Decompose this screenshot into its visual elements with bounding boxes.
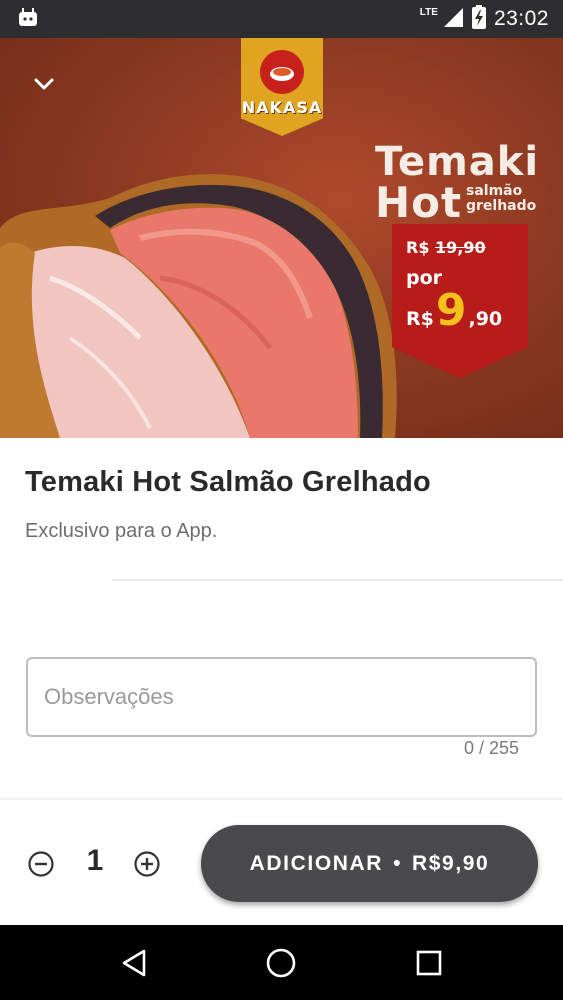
signal-icon — [442, 6, 464, 33]
recents-button[interactable] — [409, 943, 449, 983]
divider — [112, 579, 563, 581]
android-notification-icon — [18, 7, 38, 32]
add-button-total: R$9,90 — [412, 851, 490, 875]
battery-charging-icon — [471, 4, 486, 34]
new-price: R$ 9 ,90 — [406, 285, 528, 336]
add-button-label: ADICIONAR — [249, 851, 384, 875]
old-price-value: 19,90 — [435, 238, 486, 257]
new-price-cents: ,90 — [468, 308, 503, 330]
promo-subtitle: salmão grelhado — [466, 184, 536, 214]
new-price-currency: R$ — [406, 308, 434, 330]
brand-logo: NAKASA — [241, 38, 323, 136]
product-hero-image: NAKASA Temaki Hot salmão grelhado R$ 19,… — [0, 38, 563, 438]
add-to-cart-button[interactable]: ADICIONAR • R$9,90 — [201, 825, 538, 902]
collapse-button[interactable] — [26, 66, 62, 102]
brand-name: NAKASA — [241, 98, 323, 117]
status-time: 23:02 — [493, 7, 549, 30]
observations-input[interactable] — [26, 657, 537, 737]
back-triangle-icon — [122, 949, 146, 976]
network-type: LTE — [419, 6, 438, 18]
sushi-logo-icon — [260, 50, 304, 94]
chevron-down-icon — [34, 78, 54, 90]
promo-subtitle-line1: salmão — [466, 183, 523, 199]
product-description: Exclusivo para o App. — [25, 520, 218, 542]
home-button[interactable] — [261, 943, 301, 983]
add-button-separator: • — [393, 851, 403, 875]
home-circle-icon — [267, 948, 296, 977]
promo-title-line1: Temaki — [375, 139, 540, 185]
add-to-cart-bar: 1 ADICIONAR • R$9,90 — [0, 798, 563, 925]
decrease-quantity-button[interactable] — [27, 850, 55, 878]
system-navigation-bar — [0, 925, 563, 1000]
recents-square-icon — [416, 950, 442, 975]
plus-circle-icon — [134, 851, 160, 877]
new-price-integer: 9 — [435, 285, 467, 336]
promo-subtitle-line2: grelhado — [466, 198, 537, 214]
promo-price-tag: R$ 19,90 por R$ 9 ,90 — [392, 224, 528, 378]
old-price-currency: R$ — [406, 238, 430, 257]
status-bar: LTE 23:02 — [0, 0, 563, 38]
increase-quantity-button[interactable] — [133, 850, 161, 878]
back-button[interactable] — [114, 943, 154, 983]
observations-char-counter: 0 / 255 — [463, 738, 519, 758]
product-title: Temaki Hot Salmão Grelhado — [25, 466, 431, 498]
minus-circle-icon — [28, 851, 54, 877]
promo-title-line2: Hot — [375, 178, 463, 227]
old-price: R$ 19,90 — [406, 238, 528, 257]
product-detail-screen: LTE 23:02 NAKASA Temaki Hot salmão grelh… — [0, 0, 563, 1000]
quantity-value: 1 — [86, 844, 104, 877]
